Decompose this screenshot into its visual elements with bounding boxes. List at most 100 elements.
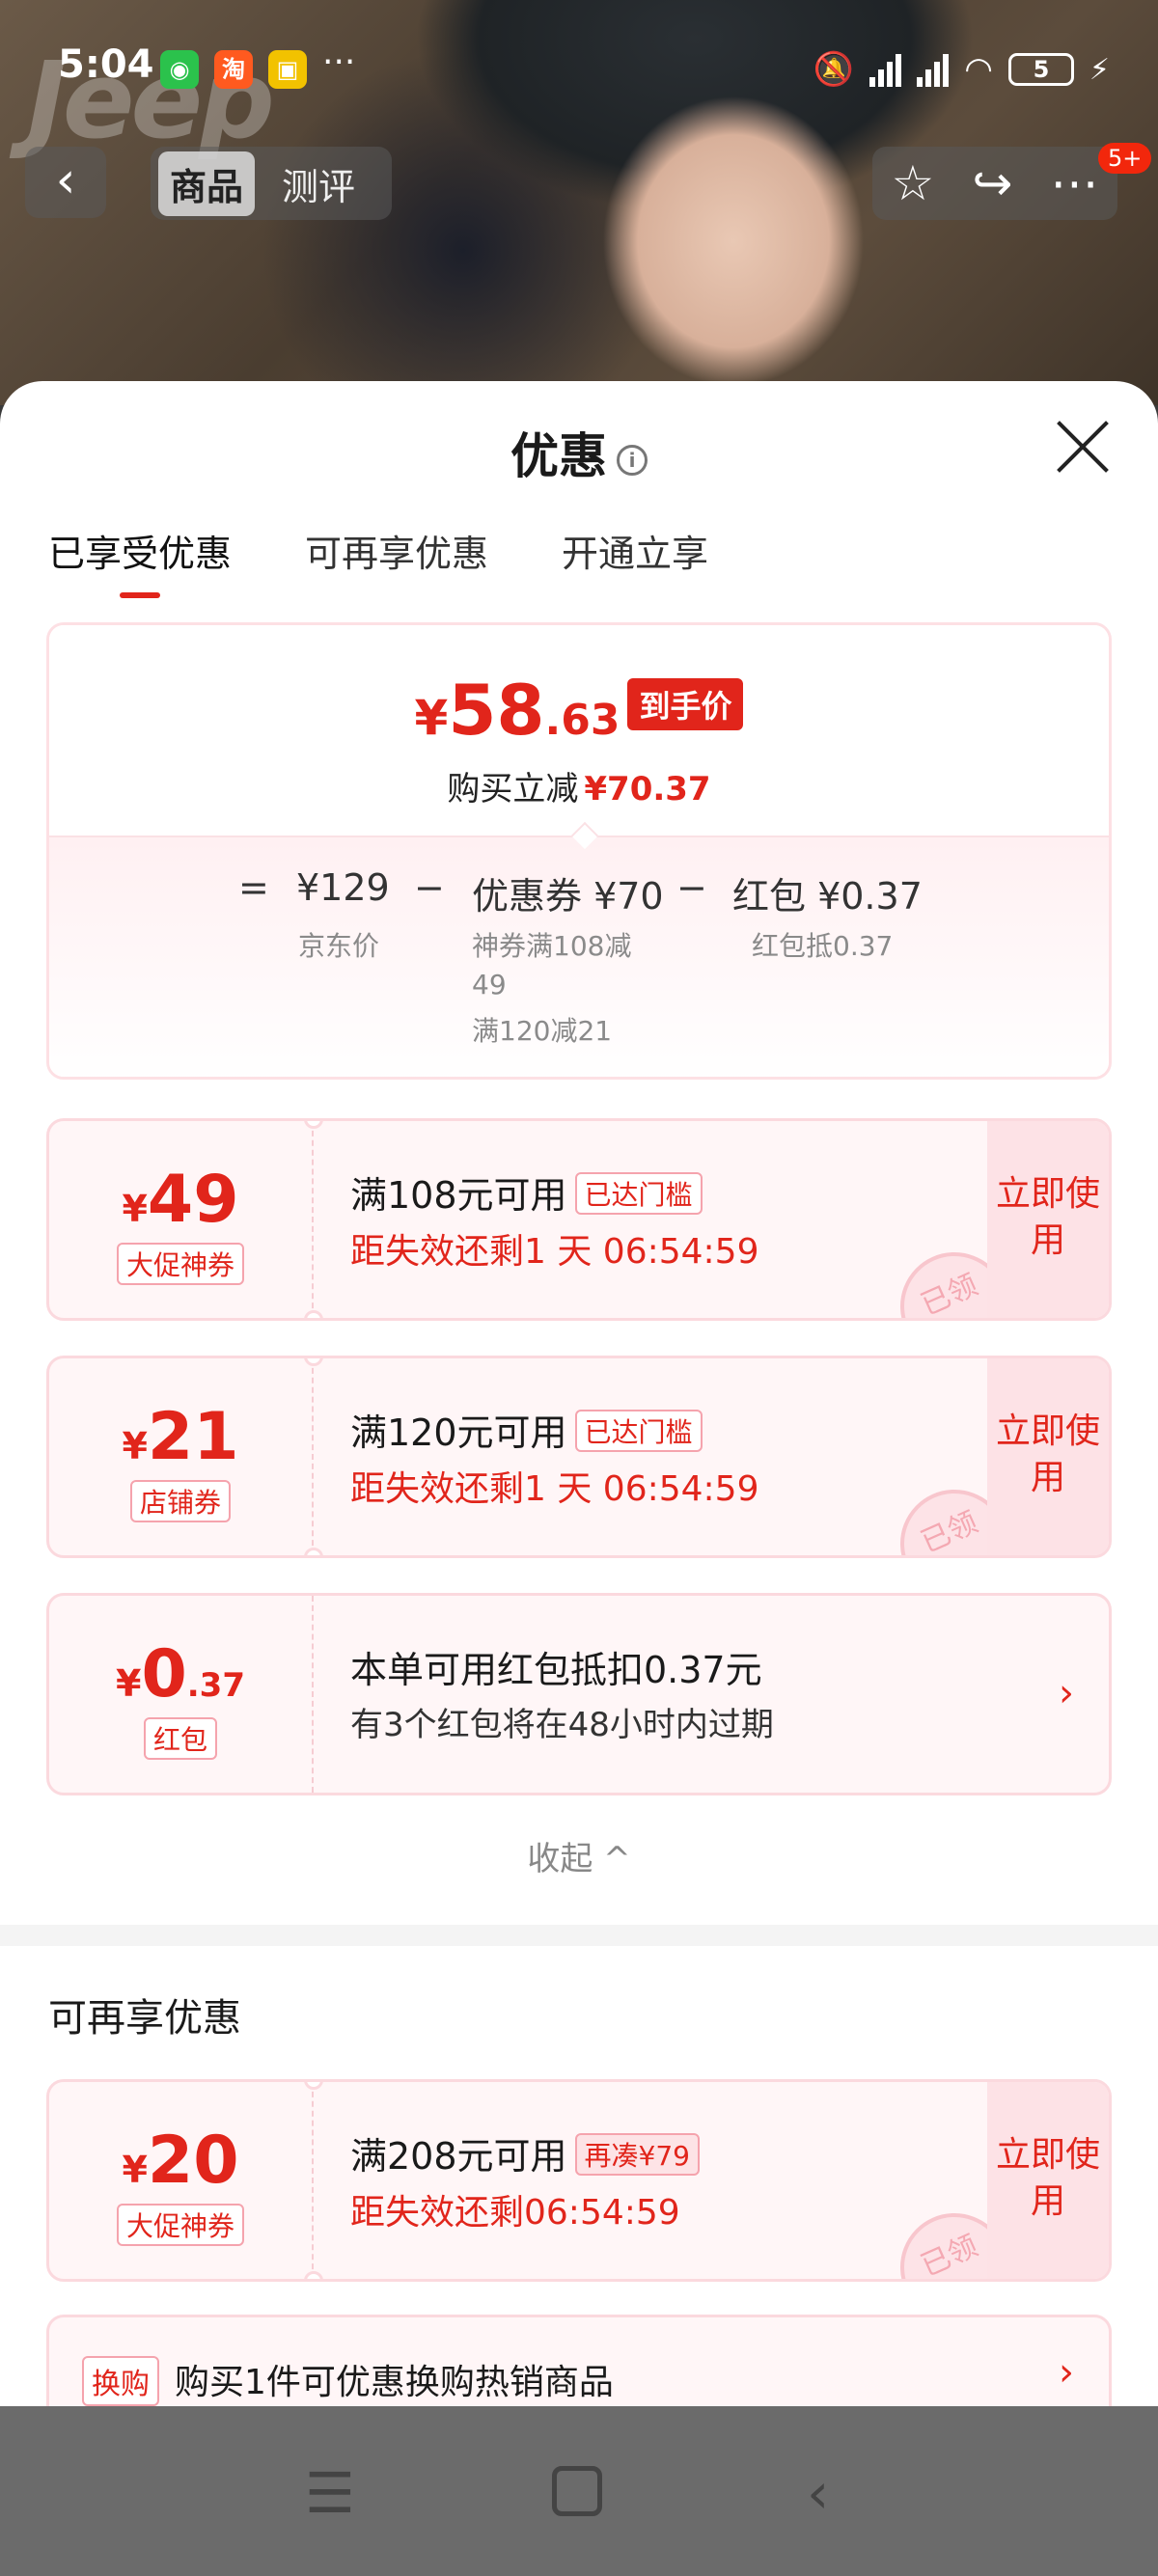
close-button[interactable]: [1052, 416, 1114, 478]
tab-activate[interactable]: 开通立享: [562, 524, 708, 598]
redpacket-total: 红包 ¥0.37: [732, 875, 923, 918]
coupon-condition-text: 满208元可用: [350, 2135, 567, 2178]
coupon-amount: ¥21: [49, 1399, 312, 1475]
red-packet-card[interactable]: ¥0.37 红包 本单可用红包抵扣0.37元 有3个红包将在48小时内过期 ›: [46, 1593, 1112, 1795]
sheet-title-text: 优惠: [510, 428, 607, 484]
coupon-notch: [304, 1548, 323, 1555]
red-packet-amount-dec: .37: [186, 1666, 245, 1705]
mute-icon: 🔕: [813, 50, 855, 89]
coupon-card[interactable]: ¥20 大促神券 满208元可用 再凑¥79 距失效还剩06:54:59 已领 立…: [46, 2079, 1112, 2282]
reduction-value: ¥70.37: [584, 770, 711, 808]
wifi-icon: ◠: [964, 50, 993, 89]
tab-enjoyed[interactable]: 已享受优惠: [48, 524, 232, 598]
signal-icon: [869, 52, 902, 87]
final-price: ¥58.63 到手价: [49, 670, 1109, 751]
red-packet-amount: ¥0.37: [49, 1636, 312, 1713]
coupon-type-tag: 店铺券: [129, 1480, 232, 1522]
use-now-button[interactable]: 立即使用: [987, 1121, 1109, 1318]
equals-sign: =: [238, 866, 269, 909]
coupon-condition-text: 满120元可用: [350, 1411, 567, 1454]
coupon-symbol: ¥: [122, 1188, 148, 1230]
tab-review[interactable]: 测评: [270, 151, 367, 216]
coupon-detail-2: 49: [472, 969, 507, 1000]
menu-icon[interactable]: ☰: [305, 2460, 355, 2526]
price-breakdown: = ¥129 京东价 − 优惠券 ¥70 神券满108减 49 满120减21 …: [49, 836, 1109, 1077]
price-symbol: ¥: [414, 690, 449, 746]
coupon-amount-value: 49: [147, 1162, 239, 1238]
product-actions: ☆ ↪ ⋯: [872, 147, 1117, 220]
swap-offer-row[interactable]: 换购 购买1件可优惠换购热销商品 ›: [46, 2315, 1112, 2407]
coupon-value: ¥21 店铺券: [49, 1358, 314, 1555]
red-packet-amount-int: 0: [141, 1636, 187, 1713]
red-packet-tag: 红包: [143, 1717, 218, 1760]
status-indicators: 🔕 ◠ 5 ⚡: [813, 50, 1110, 89]
price-integer: 58: [448, 670, 545, 751]
chevron-right-icon[interactable]: ›: [1059, 2350, 1074, 2395]
base-price: ¥129: [296, 866, 390, 909]
system-nav-bar: ☰ ‹: [0, 2406, 1158, 2576]
coupon-amount: ¥20: [49, 2123, 312, 2199]
chevron-right-icon[interactable]: ›: [1059, 1671, 1074, 1715]
collapse-button[interactable]: 收起 ^: [0, 1832, 1158, 1879]
coupon-detail-3: 满120减21: [472, 1015, 613, 1047]
red-packet-symbol: ¥: [115, 1662, 142, 1705]
more-icon[interactable]: ⋯: [1050, 155, 1098, 211]
message-badge: 5+: [1098, 143, 1152, 174]
red-packet-deduction: 本单可用红包抵扣0.37元: [350, 1649, 762, 1691]
home-icon[interactable]: [552, 2466, 602, 2516]
coupon-card[interactable]: ¥49 大促神券 满108元可用 已达门槛 距失效还剩1 天 06:54:59 已…: [46, 1118, 1112, 1321]
red-packet-value: ¥0.37 红包: [49, 1596, 314, 1793]
tab-product[interactable]: 商品: [158, 151, 256, 216]
coupon-amount: ¥49: [49, 1162, 312, 1238]
reduction-label: 购买立减: [447, 770, 579, 808]
red-packet-expiry: 有3个红包将在48小时内过期: [350, 1706, 774, 1744]
star-icon[interactable]: ☆: [892, 155, 935, 211]
coupon-expiry: 距失效还剩1 天 06:54:59: [350, 1469, 759, 1509]
product-tabs: 商品 测评: [151, 147, 392, 220]
coupon-condition: 满108元可用 已达门槛: [350, 1165, 703, 1219]
share-icon[interactable]: ↪: [972, 155, 1012, 211]
more-notifications-icon: ···: [322, 42, 356, 82]
coupon-card[interactable]: ¥21 店铺券 满120元可用 已达门槛 距失效还剩1 天 06:54:59 已领…: [46, 1356, 1112, 1558]
signal-icon-2: [917, 52, 950, 87]
threshold-badge: 已达门槛: [574, 1410, 703, 1452]
taobao-icon: 淘: [214, 50, 253, 89]
minus-sign-1: −: [414, 866, 445, 909]
coupon-condition: 满208元可用 再凑¥79: [350, 2126, 700, 2179]
section-divider: [0, 1925, 1158, 1946]
status-bar: 5:04 ◉ 淘 ▣ ··· 🔕 ◠ 5 ⚡: [0, 37, 1158, 104]
coupon-detail-1: 神券满108减: [472, 930, 632, 962]
battery-icon: 5: [1007, 53, 1074, 86]
coupon-notch: [304, 2271, 323, 2279]
coupon-symbol: ¥: [122, 1425, 148, 1467]
summary-top: ¥58.63 到手价 购买立减 ¥70.37: [49, 625, 1109, 836]
use-now-button[interactable]: 立即使用: [987, 1358, 1109, 1555]
info-icon[interactable]: i: [617, 444, 648, 476]
base-price-label: 京东价: [298, 930, 380, 962]
back-button[interactable]: ‹: [25, 147, 106, 218]
coupon-type-tag: 大促神券: [116, 1243, 245, 1285]
instant-reduction: 购买立减 ¥70.37: [49, 762, 1109, 809]
price-summary-card: ¥58.63 到手价 购买立减 ¥70.37 = ¥129 京东价 − 优惠券 ¥7…: [46, 622, 1112, 1080]
charging-icon: ⚡: [1089, 52, 1110, 87]
sheet-title: 优惠 i: [0, 418, 1158, 487]
threshold-badge: 已达门槛: [574, 1172, 703, 1215]
back-icon[interactable]: ‹: [807, 2460, 829, 2526]
swap-text: 购买1件可优惠换购热销商品: [175, 2363, 614, 2402]
gift-icon: ▣: [268, 50, 307, 89]
coupon-condition-text: 满108元可用: [350, 1174, 567, 1217]
use-now-button[interactable]: 立即使用: [987, 2082, 1109, 2279]
coupon-value: ¥20 大促神券: [49, 2082, 314, 2279]
minus-sign-2: −: [676, 866, 707, 909]
coupon-amount-value: 21: [147, 1399, 239, 1475]
tab-more-available[interactable]: 可再享优惠: [305, 524, 488, 598]
discount-sheet: 优惠 i 已享受优惠 可再享优惠 开通立享 ¥58.63 到手价 购买立减 ¥70.3…: [0, 381, 1158, 2407]
coupon-type-tag: 大促神券: [116, 2204, 245, 2246]
coupon-symbol: ¥: [122, 2149, 148, 2191]
coupon-notch: [304, 1310, 323, 1318]
price-decimal: .63: [544, 696, 620, 745]
coupon-total: 优惠券 ¥70: [472, 875, 664, 918]
add-more-badge: 再凑¥79: [574, 2133, 700, 2176]
discount-tabs: 已享受优惠 可再享优惠 开通立享: [48, 524, 708, 598]
redpacket-detail: 红包抵0.37: [752, 930, 894, 962]
